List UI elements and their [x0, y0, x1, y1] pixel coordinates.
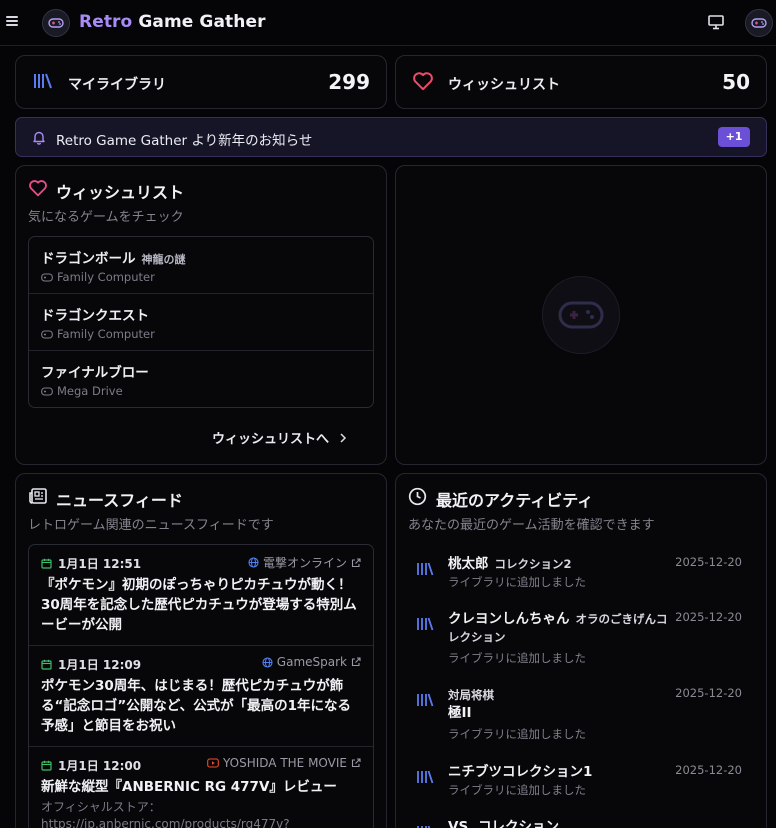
clock-icon: [408, 487, 427, 510]
game-title: ドラゴンボール 神龍の謎: [41, 251, 186, 267]
newspaper-icon: [28, 487, 48, 509]
list-item[interactable]: ファイナルブロー Mega Drive: [29, 351, 373, 407]
wishlist-view-all-link[interactable]: ウィッシュリストへ: [212, 428, 347, 447]
game-platform: Mega Drive: [41, 384, 123, 398]
news-source-link[interactable]: GameSpark: [262, 655, 361, 669]
news-date: 1月1日 12:51: [41, 555, 141, 572]
globe-icon: [248, 557, 259, 568]
calendar-icon: [41, 659, 52, 670]
app-header: Retro Game Gather: [0, 0, 776, 46]
wishlist-count: 50: [722, 70, 750, 94]
activity-item[interactable]: クレヨンしんちゃん オラのごきげんコレクション 2025-12-20 ライブラリに…: [408, 610, 754, 670]
activity-item[interactable]: 桃太郎 コレクション2 2025-12-20 ライブラリに追加しました: [408, 555, 754, 605]
activity-date: 2025-12-20: [675, 555, 742, 569]
app-title-rest: Game Gather: [132, 12, 266, 32]
monitor-icon[interactable]: [707, 13, 727, 33]
image-placeholder-card: [395, 165, 767, 465]
announcement-count-badge: +1: [718, 127, 750, 147]
library-icon: [416, 616, 434, 635]
activity-item[interactable]: 対局将棋 極II 2025-12-20 ライブラリに追加しました: [408, 686, 754, 746]
wishlist-card: ウィッシュリスト 気になるゲームをチェック ドラゴンボール 神龍の謎 Family…: [15, 165, 387, 465]
activity-section-title: 最近のアクティビティ: [436, 491, 594, 510]
library-icon: [416, 692, 434, 711]
calendar-icon: [41, 558, 52, 569]
library-label: マイライブラリ: [68, 77, 166, 93]
news-section-title: ニュースフィード: [56, 491, 183, 510]
wishlist-label: ウィッシュリスト: [448, 77, 560, 93]
library-icon: [32, 71, 54, 95]
news-source-link[interactable]: YOSHIDA THE MOVIE: [207, 756, 361, 770]
game-platform: Family Computer: [41, 270, 155, 284]
chevron-right-icon: [340, 432, 347, 443]
calendar-icon: [41, 760, 52, 771]
library-stat-card[interactable]: マイライブラリ 299: [15, 55, 387, 109]
library-icon: [416, 769, 434, 788]
library-count: 299: [328, 70, 370, 94]
news-description: オフィシャルストア： https://jp.anbernic.com/produ…: [41, 800, 290, 828]
activity-item[interactable]: VS. コレクション: [408, 818, 754, 828]
activity-title: ニチブツコレクション1: [448, 764, 593, 780]
news-item[interactable]: 1月1日 12:00 YOSHIDA THE MOVIE 新鮮な縦型『ANBER…: [29, 747, 373, 828]
activity-description: ライブラリに追加しました: [448, 727, 586, 741]
news-item[interactable]: 1月1日 12:09 GameSpark ポケモン30周年、はじまる！歴代ピカチ…: [29, 646, 373, 747]
news-date: 1月1日 12:09: [41, 656, 141, 673]
activity-date: 2025-12-20: [675, 610, 742, 624]
gamepad-placeholder-icon: [542, 276, 620, 354]
activity-title: 対局将棋 極II: [448, 688, 494, 721]
globe-icon: [262, 656, 273, 668]
announcement-banner[interactable]: Retro Game Gather より新年のお知らせ +1: [15, 117, 767, 157]
avatar[interactable]: [745, 9, 773, 37]
app-title[interactable]: Retro Game Gather: [79, 12, 266, 32]
gamepad-icon: [41, 272, 53, 282]
activity-title: クレヨンしんちゃん オラのごきげんコレクション: [448, 611, 668, 644]
wishlist-section-title: ウィッシュリスト: [56, 183, 185, 202]
activity-description: ライブラリに追加しました: [448, 575, 586, 589]
news-section-subtitle: レトロゲーム関連のニュースフィードです: [28, 518, 274, 533]
activity-title: 桃太郎 コレクション2: [448, 556, 572, 572]
activity-description: ライブラリに追加しました: [448, 783, 586, 797]
activity-date: 2025-12-20: [675, 686, 742, 700]
wishlist-stat-card[interactable]: ウィッシュリスト 50: [395, 55, 767, 109]
menu-icon[interactable]: [6, 14, 22, 30]
news-item[interactable]: 1月1日 12:51 電撃オンライン 『ポケモン』初期のぽっちゃりピカチュウが動…: [29, 545, 373, 646]
bell-icon: [32, 130, 46, 149]
game-title: ドラゴンクエスト: [41, 308, 149, 324]
recent-activity-card: 最近のアクティビティ あなたの最近のゲーム活動を確認できます 桃太郎 コレクション…: [395, 473, 767, 828]
news-list: 1月1日 12:51 電撃オンライン 『ポケモン』初期のぽっちゃりピカチュウが動…: [28, 544, 374, 828]
news-date: 1月1日 12:00: [41, 757, 141, 774]
activity-section-subtitle: あなたの最近のゲーム活動を確認できます: [408, 518, 655, 533]
activity-description: ライブラリに追加しました: [448, 651, 586, 665]
activity-title: VS. コレクション: [448, 819, 559, 828]
external-link-icon: [351, 557, 361, 567]
wishlist-list: ドラゴンボール 神龍の謎 Family Computer ドラゴンクエスト Fam…: [28, 236, 374, 408]
logo-gamepad-icon[interactable]: [42, 9, 70, 37]
external-link-icon: [351, 657, 361, 667]
activity-item[interactable]: ニチブツコレクション1 2025-12-20 ライブラリに追加しました: [408, 763, 754, 808]
wishlist-section-subtitle: 気になるゲームをチェック: [28, 210, 184, 225]
youtube-icon: [207, 758, 219, 768]
app-title-accent: Retro: [79, 12, 133, 32]
library-icon: [416, 824, 434, 828]
news-title[interactable]: 『ポケモン』初期のぽっちゃりピカチュウが動く！ 30周年を記念した歴代ピカチュウ…: [41, 575, 363, 635]
gamepad-icon: [41, 386, 53, 396]
news-title[interactable]: 新鮮な縦型『ANBERNIC RG 477V』レビュー: [41, 777, 363, 797]
game-platform: Family Computer: [41, 327, 155, 341]
list-item[interactable]: ドラゴンクエスト Family Computer: [29, 294, 373, 351]
news-source-link[interactable]: 電撃オンライン: [248, 554, 361, 571]
game-title: ファイナルブロー: [41, 365, 149, 381]
activity-date: 2025-12-20: [675, 763, 742, 777]
list-item[interactable]: ドラゴンボール 神龍の謎 Family Computer: [29, 237, 373, 294]
announcement-text: Retro Game Gather より新年のお知らせ: [56, 133, 313, 149]
heart-icon: [412, 71, 434, 95]
heart-outline-icon: [28, 179, 48, 201]
library-icon: [416, 561, 434, 580]
news-feed-card: ニュースフィード レトロゲーム関連のニュースフィードです 1月1日 12:51 …: [15, 473, 387, 828]
news-title[interactable]: ポケモン30周年、はじまる！歴代ピカチュウが飾る“記念ロゴ”公開など、公式が「最…: [41, 676, 363, 736]
gamepad-icon: [41, 329, 53, 339]
external-link-icon: [351, 758, 361, 768]
